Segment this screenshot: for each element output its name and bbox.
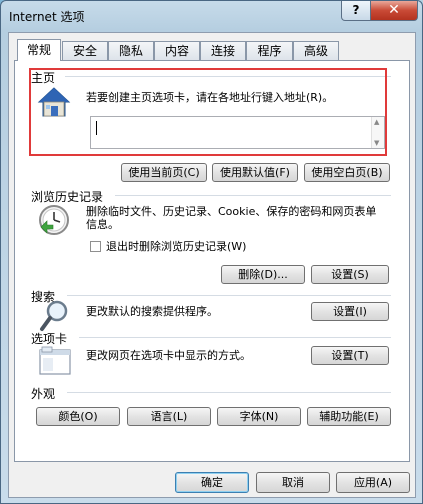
tab-advanced[interactable]: 高级 (293, 41, 339, 60)
appearance-divider (67, 392, 391, 393)
help-button[interactable]: ? (341, 1, 371, 21)
languages-button[interactable]: 语言(L) (127, 407, 211, 426)
tabs-settings-button[interactable]: 设置(T) (311, 346, 389, 365)
tab-content[interactable]: 内容 (154, 41, 200, 60)
close-button[interactable]: ✕ (370, 1, 418, 21)
delete-on-exit-checkbox[interactable] (90, 241, 101, 252)
accessibility-button[interactable]: 辅助功能(E) (307, 407, 391, 426)
delete-on-exit-label[interactable]: 退出时删除浏览历史记录(W) (106, 240, 246, 253)
delete-history-button[interactable]: 删除(D)... (221, 265, 305, 284)
colors-button[interactable]: 颜色(O) (36, 407, 120, 426)
highlight-annotation-box (29, 68, 387, 156)
ok-button[interactable]: 确定 (175, 472, 249, 493)
tab-privacy[interactable]: 隐私 (108, 41, 154, 60)
dialog-client-area: 常规 安全 隐私 内容 连接 程序 高级 主页 若要创建主页选项卡，请在各地址行 (8, 32, 416, 498)
tab-connections[interactable]: 连接 (200, 41, 246, 60)
search-settings-button[interactable]: 设置(I) (311, 302, 389, 321)
fonts-button[interactable]: 字体(N) (217, 407, 301, 426)
apply-button[interactable]: 应用(A) (336, 472, 410, 493)
tabs-divider (79, 337, 391, 338)
tabs-description: 更改网页在选项卡中显示的方式。 (86, 349, 251, 362)
appearance-section-label: 外观 (31, 387, 56, 401)
use-blank-button[interactable]: 使用空白页(B) (304, 163, 390, 182)
history-clock-icon (37, 203, 71, 237)
use-default-button[interactable]: 使用默认值(F) (212, 163, 298, 182)
general-tab-panel: 主页 若要创建主页选项卡，请在各地址行键入地址(R)。 ▲ ▼ 使用当前页(C)… (14, 60, 410, 462)
window-title: Internet 选项 (9, 10, 85, 24)
history-description: 删除临时文件、历史记录、Cookie、保存的密码和网页表单信息。 (86, 205, 377, 231)
title-bar[interactable]: Internet 选项 ? ✕ (1, 1, 422, 31)
tabs-section-label: 选项卡 (31, 332, 68, 346)
tab-security[interactable]: 安全 (62, 41, 108, 60)
search-description: 更改默认的搜索提供程序。 (86, 305, 218, 318)
tabs-window-icon (39, 346, 73, 376)
use-current-button[interactable]: 使用当前页(C) (121, 163, 207, 182)
cancel-button[interactable]: 取消 (256, 472, 330, 493)
tab-general[interactable]: 常规 (17, 39, 61, 61)
history-divider (115, 195, 391, 196)
tab-programs[interactable]: 程序 (246, 41, 293, 60)
history-settings-button[interactable]: 设置(S) (311, 265, 389, 284)
magnifier-icon (39, 299, 71, 333)
search-divider (67, 295, 391, 296)
internet-options-window: Internet 选项 ? ✕ 常规 安全 隐私 内容 连接 程序 高级 主页 (0, 0, 423, 504)
